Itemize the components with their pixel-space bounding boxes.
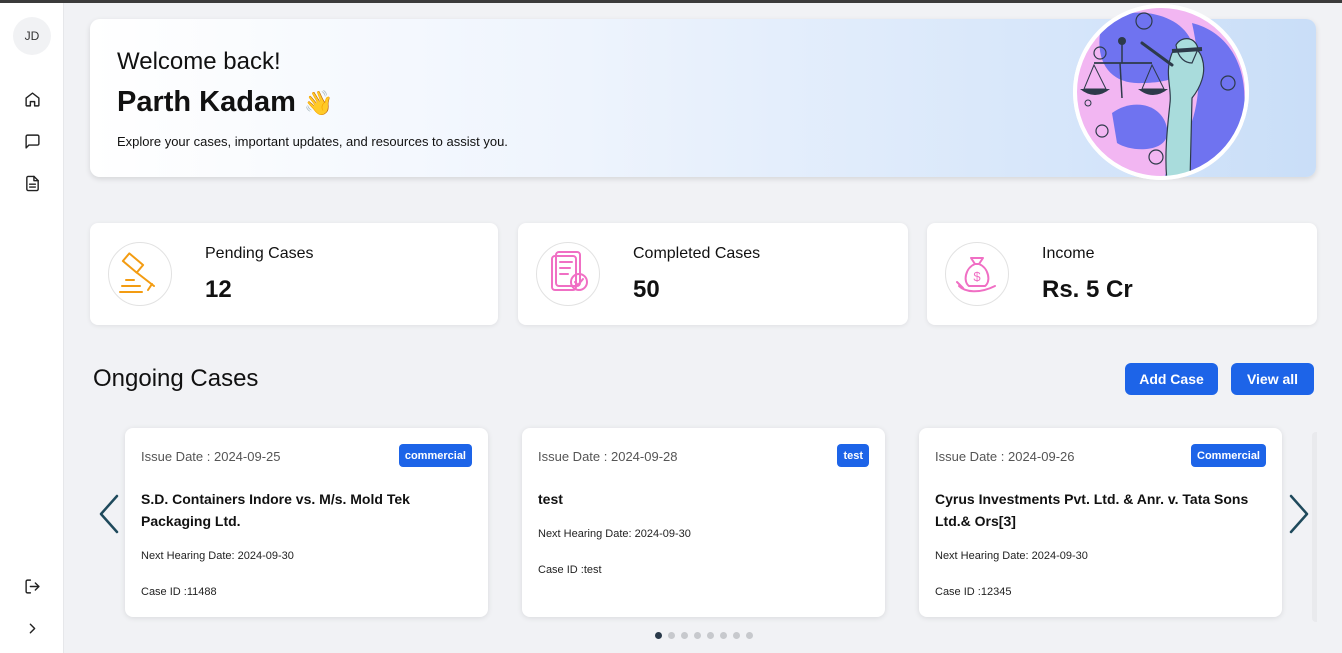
welcome-subtitle: Explore your cases, important updates, a… [117, 134, 508, 149]
case-title: test [538, 491, 563, 507]
stat-value: 50 [633, 276, 660, 303]
stat-label: Completed Cases [633, 245, 761, 262]
case-id: Case ID :11488 [141, 586, 217, 598]
view-all-button[interactable]: View all [1231, 363, 1314, 395]
svg-text:$: $ [973, 269, 981, 284]
carousel-prev-arrow-icon[interactable] [97, 494, 121, 534]
pagination-dot[interactable] [681, 632, 688, 639]
gavel-icon [108, 242, 172, 306]
add-case-button[interactable]: Add Case [1125, 363, 1218, 395]
case-title: Cyrus Investments Pvt. Ltd. & Anr. v. Ta… [935, 491, 1249, 529]
money-bag-icon: $ [945, 242, 1009, 306]
next-case-card-peek [1312, 432, 1317, 622]
stat-card-completed[interactable]: Completed Cases 50 [518, 223, 908, 325]
user-name-heading: Parth Kadam 👋 [117, 86, 334, 119]
checklist-icon [536, 242, 600, 306]
case-type-badge: commercial [398, 444, 472, 467]
case-type-badge: Commercial [1191, 444, 1266, 467]
case-type-badge: test [837, 444, 869, 467]
pagination-dot[interactable] [720, 632, 727, 639]
case-card[interactable]: Issue Date : 2024-09-25 commercial S.D. … [125, 428, 488, 617]
case-next-hearing: Next Hearing Date: 2024-09-30 [538, 528, 691, 540]
avatar[interactable]: JD [13, 17, 51, 55]
pagination-dot[interactable] [707, 632, 714, 639]
pagination-dot[interactable] [694, 632, 701, 639]
case-next-hearing: Next Hearing Date: 2024-09-30 [935, 550, 1088, 562]
lady-justice-illustration [1073, 4, 1249, 180]
ongoing-cases-title: Ongoing Cases [93, 365, 259, 392]
case-card[interactable]: Issue Date : 2024-09-26 Commercial Cyrus… [919, 428, 1282, 617]
user-name: Parth Kadam [117, 86, 296, 118]
home-icon[interactable] [22, 89, 42, 109]
stat-label: Income [1042, 245, 1095, 262]
chat-icon[interactable] [22, 131, 42, 151]
chevron-right-icon[interactable] [22, 618, 42, 638]
case-issue-date: Issue Date : 2024-09-25 [141, 449, 281, 464]
carousel-pagination [655, 632, 753, 639]
case-card[interactable]: Issue Date : 2024-09-28 test test Next H… [522, 428, 885, 617]
logout-icon[interactable] [22, 576, 42, 596]
case-id: Case ID :test [538, 564, 602, 576]
pagination-dot[interactable] [655, 632, 662, 639]
pagination-dot[interactable] [733, 632, 740, 639]
case-issue-date: Issue Date : 2024-09-28 [538, 449, 678, 464]
welcome-banner: Welcome back! Parth Kadam 👋 Explore your … [90, 4, 1316, 180]
pagination-dot[interactable] [668, 632, 675, 639]
case-id: Case ID :12345 [935, 586, 1012, 598]
case-title: S.D. Containers Indore vs. M/s. Mold Tek… [141, 491, 410, 529]
document-icon[interactable] [22, 173, 42, 193]
pagination-dot[interactable] [746, 632, 753, 639]
wave-emoji: 👋 [303, 90, 334, 117]
case-issue-date: Issue Date : 2024-09-26 [935, 449, 1075, 464]
case-next-hearing: Next Hearing Date: 2024-09-30 [141, 550, 294, 562]
stat-label: Pending Cases [205, 245, 314, 262]
welcome-greeting: Welcome back! [117, 48, 281, 75]
stat-card-pending[interactable]: Pending Cases 12 [90, 223, 498, 325]
sidebar: JD [0, 3, 64, 653]
stat-card-income[interactable]: $ Income Rs. 5 Cr [927, 223, 1317, 325]
stat-value: Rs. 5 Cr [1042, 276, 1133, 303]
carousel-next-arrow-icon[interactable] [1287, 494, 1311, 534]
stat-value: 12 [205, 276, 232, 303]
